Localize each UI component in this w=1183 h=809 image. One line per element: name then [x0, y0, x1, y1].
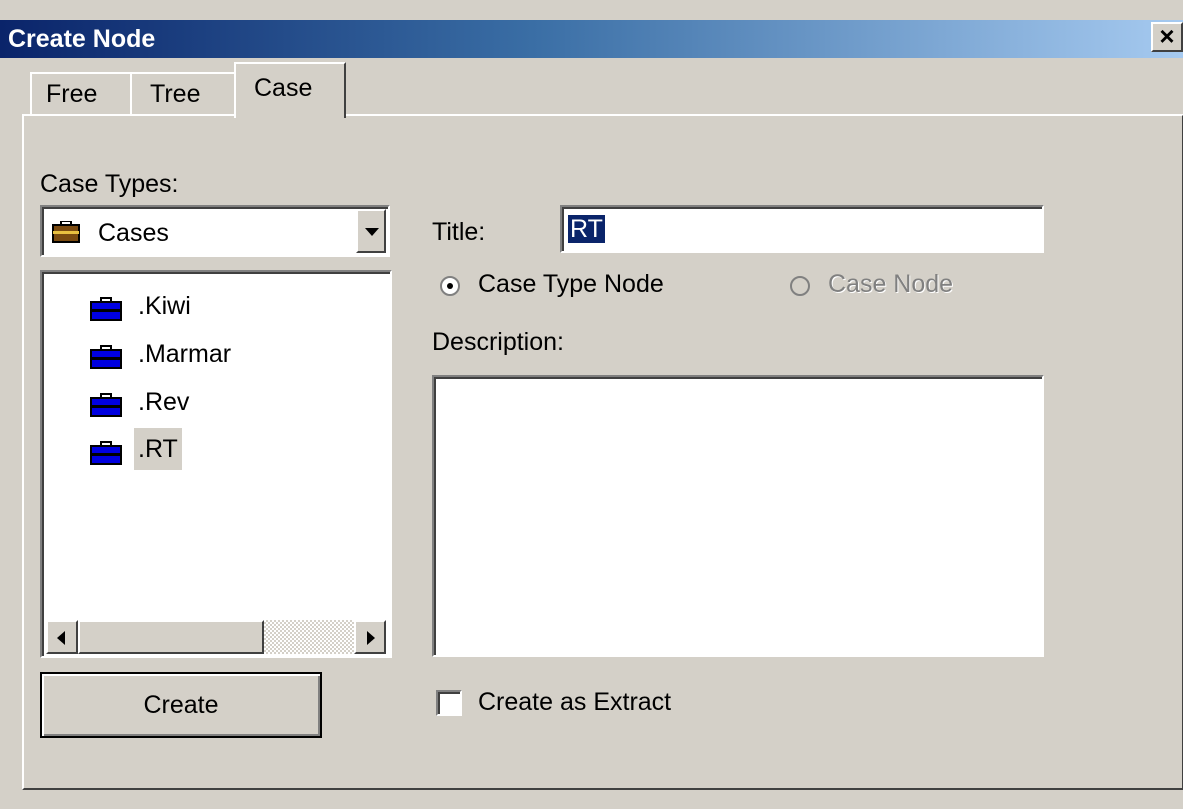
tab-tree[interactable]: Tree — [130, 72, 238, 116]
tab-case-label: Case — [254, 74, 313, 102]
description-textarea[interactable] — [432, 375, 1044, 657]
horizontal-scrollbar[interactable] — [46, 620, 386, 654]
create-button[interactable]: Create — [40, 672, 322, 738]
description-label: Description: — [432, 328, 564, 356]
title-value: RT — [568, 215, 605, 243]
scroll-right-button[interactable] — [354, 620, 386, 654]
briefcase-icon — [90, 297, 122, 326]
window-title: Create Node — [8, 25, 156, 53]
tree-item-label: .RT — [134, 428, 182, 470]
create-as-extract-label: Create as Extract — [478, 688, 672, 716]
title-input[interactable]: RT — [560, 205, 1044, 253]
tree-item-label: .Marmar — [138, 340, 232, 368]
tab-case[interactable]: Case — [234, 62, 346, 118]
tab-tree-label: Tree — [150, 80, 201, 108]
create-as-extract-checkbox[interactable] — [436, 690, 462, 716]
tab-free-label: Free — [46, 80, 98, 108]
arrow-left-icon — [57, 631, 65, 645]
radio-case-node-label: Case Node — [828, 270, 954, 298]
case-types-selected: Cases — [98, 219, 169, 247]
radio-case-type-node[interactable] — [440, 276, 460, 296]
case-types-dropdown[interactable]: Cases — [40, 205, 390, 257]
case-types-tree[interactable]: .Kiwi .Marmar .Rev .RT — [40, 270, 392, 658]
briefcase-icon — [52, 220, 80, 248]
scrollbar-thumb[interactable] — [78, 620, 264, 654]
tree-item-label: .Rev — [138, 388, 190, 416]
title-label: Title: — [432, 218, 486, 246]
briefcase-icon — [90, 441, 122, 470]
create-node-dialog: Create Node × Free Tree Case Case Types:… — [0, 0, 1183, 809]
title-bar[interactable]: Create Node × — [0, 20, 1183, 58]
briefcase-icon — [90, 393, 122, 422]
close-button[interactable]: × — [1151, 22, 1183, 52]
tab-free[interactable]: Free — [30, 72, 134, 116]
tree-item-label: .Kiwi — [138, 292, 191, 320]
dropdown-button[interactable] — [356, 209, 386, 253]
arrow-right-icon — [367, 631, 375, 645]
radio-case-type-node-label: Case Type Node — [478, 270, 664, 298]
briefcase-icon — [90, 345, 122, 374]
chevron-down-icon — [365, 228, 379, 236]
scroll-left-button[interactable] — [46, 620, 78, 654]
case-types-label: Case Types: — [40, 170, 179, 198]
radio-case-node[interactable] — [790, 276, 810, 296]
